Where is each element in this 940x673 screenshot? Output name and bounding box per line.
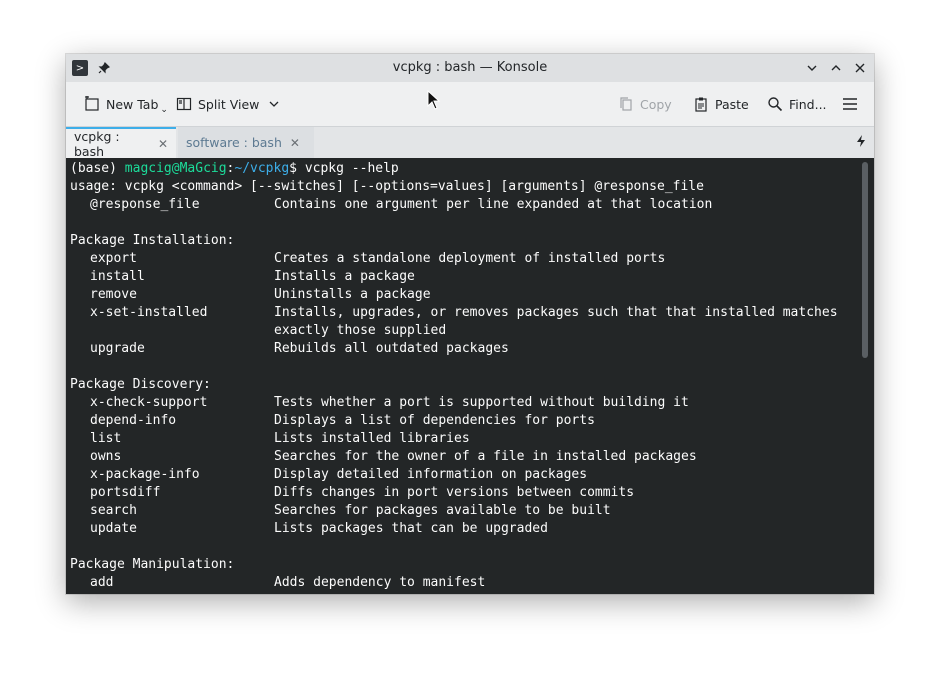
split-view-label: Split View [198, 96, 260, 112]
command-name: portsdiff [90, 485, 161, 500]
close-tab-icon[interactable]: ✕ [158, 137, 168, 151]
command-description: Displays a list of dependencies for port… [274, 413, 595, 428]
paste-label: Paste [715, 96, 749, 112]
tab-software[interactable]: software : bash ✕ [178, 127, 314, 158]
help-row: x-set-installed Installs, upgrades, or re… [70, 304, 870, 322]
window-title: vcpkg : bash — Konsole [392, 60, 548, 75]
terminal-scrollbar[interactable] [862, 162, 868, 358]
prompt-user-host: magcig@MaGcig [124, 161, 227, 176]
new-tab-icon [85, 96, 99, 111]
command-name: @response_file [90, 197, 200, 212]
copy-icon [620, 97, 632, 111]
help-row: install Installs a package [70, 268, 870, 286]
section-heading: Package Discovery: [70, 377, 211, 392]
prompt-command: vcpkg --help [304, 161, 399, 176]
command-description: Diffs changes in port versions between c… [274, 485, 635, 500]
command-name: list [90, 431, 122, 446]
command-description: Lists installed libraries [274, 431, 470, 446]
search-icon [768, 97, 783, 112]
copy-button[interactable]: Copy [618, 94, 672, 114]
command-name: search [90, 503, 137, 518]
tab-vcpkg[interactable]: vcpkg : bash ✕ [66, 127, 176, 159]
split-view-icon [176, 97, 192, 111]
mouse-pointer-icon [427, 90, 441, 110]
command-name: upgrade [90, 341, 145, 356]
new-tab-button[interactable]: New Tab ⌄ [84, 94, 168, 115]
command-description: Installs a package [274, 269, 415, 284]
command-description: Installs, upgrades, or removes packages … [274, 305, 838, 320]
find-button[interactable]: Find... [767, 94, 827, 114]
help-row: upgrade Rebuilds all outdated packages [70, 340, 870, 358]
help-row: portsdiff Diffs changes in port versions … [70, 484, 870, 502]
section-heading: Package Manipulation: [70, 557, 235, 572]
find-label: Find... [789, 96, 827, 112]
section-heading: Package Installation: [70, 233, 235, 248]
command-description: exactly those supplied [274, 323, 447, 338]
command-description: Adds dependency to manifest [274, 575, 486, 590]
tab-label: vcpkg : bash [74, 128, 120, 159]
hamburger-menu-button[interactable] [842, 94, 864, 114]
help-row: exactly those supplied [70, 322, 870, 340]
terminal-output[interactable]: (base) magcig@MaGcig:~/vcpkg$ vcpkg --he… [66, 158, 874, 594]
quick-commands-icon[interactable] [856, 135, 866, 150]
konsole-window: > vcpkg : bash — Konsole New Tab ⌄ Split… [66, 54, 874, 594]
usage-line: usage: vcpkg <command> [--switches] [--o… [70, 179, 704, 194]
help-row: update Lists packages that can be upgrade… [70, 520, 870, 538]
help-row: remove Uninstalls a package [70, 286, 870, 304]
command-name: x-set-installed [90, 305, 208, 320]
prompt-path: ~/vcpkg [234, 161, 290, 176]
chevron-down-icon: ⌄ [160, 105, 168, 115]
maximize-button[interactable] [828, 60, 844, 76]
command-name: install [90, 269, 145, 284]
command-name: owns [90, 449, 122, 464]
new-tab-label: New Tab [106, 96, 159, 112]
command-description: Lists packages that can be upgraded [274, 521, 548, 536]
help-row: list Lists installed libraries [70, 430, 870, 448]
command-name: x-check-support [90, 395, 208, 410]
command-name: x-package-info [90, 467, 200, 482]
command-description: Rebuilds all outdated packages [274, 341, 509, 356]
close-button[interactable] [852, 60, 868, 76]
help-row: x-check-support Tests whether a port is s… [70, 394, 870, 412]
command-description: Creates a standalone deployment of insta… [274, 251, 666, 266]
command-name: remove [90, 287, 137, 302]
command-description: Uninstalls a package [274, 287, 431, 302]
command-name: update [90, 521, 137, 536]
help-row: owns Searches for the owner of a file in … [70, 448, 870, 466]
paste-icon [695, 97, 707, 112]
minimize-button[interactable] [804, 60, 820, 76]
prompt-env: (base) [70, 161, 125, 176]
command-description: Display detailed information on packages [274, 467, 588, 482]
help-row: x-package-info Display detailed informati… [70, 466, 870, 484]
command-description: Searches for packages available to be bu… [274, 503, 611, 518]
split-view-button[interactable]: Split View [176, 94, 279, 114]
command-description: Searches for the owner of a file in inst… [274, 449, 697, 464]
paste-button[interactable]: Paste [693, 94, 749, 114]
command-name: export [90, 251, 137, 266]
help-row: @response_file Contains one argument per … [70, 196, 870, 214]
toolbar: New Tab ⌄ Split View Copy Paste Find... [66, 82, 874, 126]
prompt-dollar: $ [289, 161, 305, 176]
copy-label: Copy [640, 96, 672, 112]
chevron-down-icon [269, 101, 279, 107]
command-description: Tests whether a port is supported withou… [274, 395, 689, 410]
command-description: Contains one argument per line expanded … [274, 197, 713, 212]
close-tab-icon[interactable]: ✕ [290, 136, 300, 150]
help-row: export Creates a standalone deployment of… [70, 250, 870, 268]
title-bar[interactable]: > vcpkg : bash — Konsole [66, 54, 874, 82]
command-name: depend-info [90, 413, 177, 428]
tab-bar: vcpkg : bash ✕ software : bash ✕ [66, 126, 874, 159]
help-row: add Adds dependency to manifest [70, 574, 870, 592]
help-row: search Searches for packages available to… [70, 502, 870, 520]
help-row: depend-info Displays a list of dependenci… [70, 412, 870, 430]
prompt-line: (base) magcig@MaGcig:~/vcpkg$ vcpkg --he… [70, 160, 399, 178]
tab-label: software : bash [186, 135, 282, 150]
command-name: add [90, 575, 114, 590]
hamburger-menu-icon [843, 98, 857, 110]
